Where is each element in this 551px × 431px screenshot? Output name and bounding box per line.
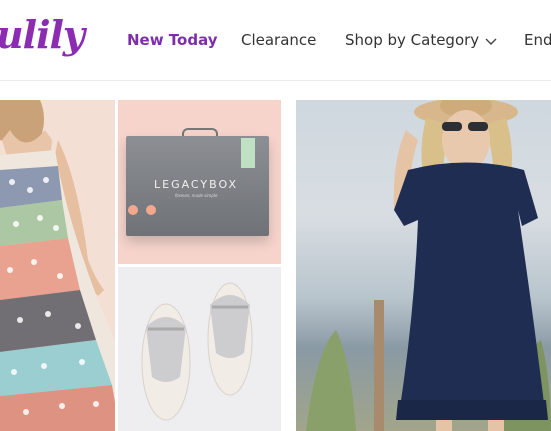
site-header: ulily New Today Clearance Shop by Catego… bbox=[0, 0, 551, 81]
box-badge-icon bbox=[128, 205, 138, 215]
nav-shop-by-category[interactable]: Shop by Category bbox=[345, 31, 497, 50]
product-tile-sandals[interactable] bbox=[118, 267, 281, 431]
legacybox-tagline: forever, made simple bbox=[175, 193, 218, 198]
product-tile-floral-dress[interactable] bbox=[0, 100, 115, 431]
nav-shop-by-category-label: Shop by Category bbox=[345, 31, 480, 49]
floral-dress-image bbox=[0, 100, 115, 431]
nav-clearance[interactable]: Clearance bbox=[241, 31, 316, 49]
navy-dress-image bbox=[306, 100, 551, 431]
nav-new-today[interactable]: New Today bbox=[127, 31, 218, 49]
product-tile-navy-dress[interactable] bbox=[296, 100, 551, 431]
box-ribbon bbox=[241, 138, 255, 168]
legacybox-title: LEGACYBOX bbox=[154, 178, 238, 191]
chevron-down-icon bbox=[485, 32, 497, 50]
box-badge-icon bbox=[146, 205, 156, 215]
sandals-image bbox=[141, 282, 253, 421]
brand-logo[interactable]: ulily bbox=[0, 12, 85, 57]
nav-ends[interactable]: Ends bbox=[524, 31, 551, 49]
